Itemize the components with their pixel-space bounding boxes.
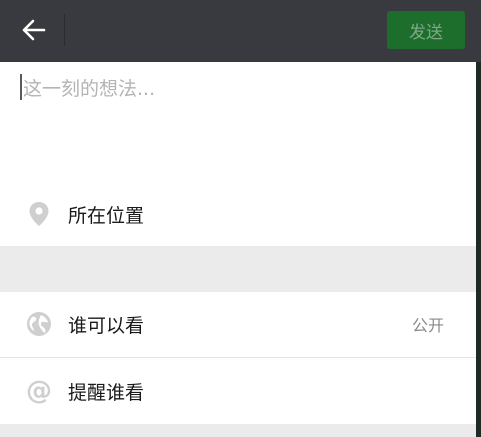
visibility-label: 谁可以看 [68, 314, 145, 337]
header-divider [64, 14, 65, 46]
row-divider [0, 357, 476, 358]
compose-placeholder: 这一刻的想法... [23, 77, 156, 100]
top-bar: 发送 [0, 0, 481, 62]
compose-panel: 这一刻的想法... 所在位置 谁可以看 公开 @ 提醒谁看 [0, 62, 476, 437]
at-sign-icon: @ [26, 376, 52, 406]
globe-icon [26, 311, 52, 337]
location-row[interactable]: 所在位置 [0, 184, 476, 244]
location-label: 所在位置 [68, 204, 145, 227]
section-gap [0, 246, 476, 292]
visibility-value: 公开 [411, 316, 444, 335]
arrow-left-icon [22, 19, 46, 41]
location-pin-icon [26, 201, 52, 227]
send-button[interactable]: 发送 [387, 11, 465, 49]
mention-label: 提醒谁看 [68, 381, 145, 404]
background-edge [476, 62, 481, 437]
bottom-gap [0, 424, 476, 437]
compose-input[interactable]: 这一刻的想法... [20, 72, 460, 102]
back-button[interactable] [14, 12, 54, 48]
text-caret [20, 74, 22, 100]
mention-row[interactable]: @ 提醒谁看 [0, 361, 476, 421]
visibility-row[interactable]: 谁可以看 公开 [0, 294, 476, 354]
